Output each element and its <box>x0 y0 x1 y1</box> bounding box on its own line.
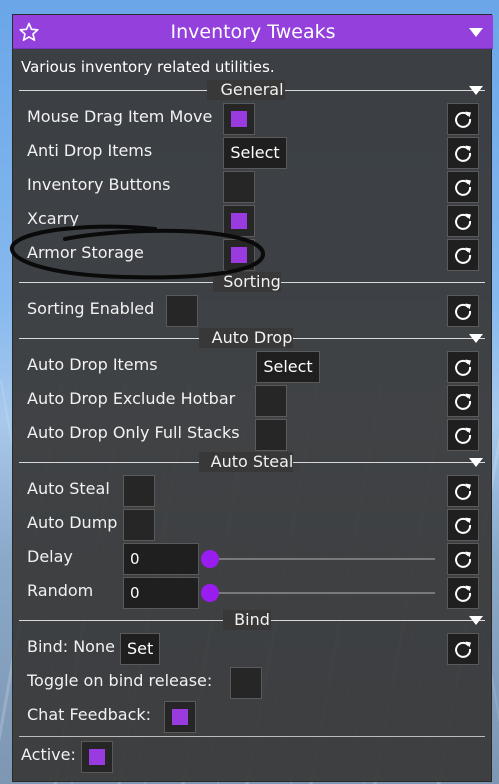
panel-description: Various inventory related utilities. <box>21 58 275 76</box>
auto-dump-reset-button[interactable] <box>447 509 479 541</box>
toggle-release-checkbox[interactable] <box>230 667 262 699</box>
sorting-enabled-checkbox[interactable] <box>166 295 198 327</box>
auto-drop-exclude-checkbox[interactable] <box>255 385 287 417</box>
delay-input[interactable]: 0 <box>123 543 199 575</box>
section-label: Bind <box>234 610 270 629</box>
refresh-icon <box>455 517 472 534</box>
refresh-icon <box>455 247 472 264</box>
refresh-icon <box>455 359 472 376</box>
xcarry-checkbox[interactable] <box>223 205 255 237</box>
auto-drop-exclude-label: Auto Drop Exclude Hotbar <box>27 389 236 408</box>
refresh-icon <box>455 213 472 230</box>
random-slider-thumb[interactable] <box>201 584 219 602</box>
auto-drop-select-button[interactable]: Select <box>256 351 320 383</box>
refresh-icon <box>455 393 472 410</box>
sorting-enabled-reset-button[interactable] <box>447 295 479 327</box>
refresh-icon <box>455 483 472 500</box>
mouse-drag-label: Mouse Drag Item Move <box>27 107 213 126</box>
mouse-drag-reset-button[interactable] <box>447 103 479 135</box>
anti-drop-reset-button[interactable] <box>447 137 479 169</box>
armor-storage-reset-button[interactable] <box>447 239 479 271</box>
footer-divider <box>19 736 485 737</box>
random-reset-button[interactable] <box>447 577 479 609</box>
section-auto-drop[interactable]: Auto Drop <box>19 328 485 348</box>
refresh-icon <box>455 145 472 162</box>
active-checkbox[interactable] <box>81 741 113 773</box>
collapse-panel-icon[interactable] <box>469 28 483 37</box>
delay-slider-track[interactable] <box>209 558 435 560</box>
armor-storage-checkbox[interactable] <box>223 239 255 271</box>
section-sorting[interactable]: Sorting <box>19 272 485 292</box>
bind-label: Bind: None <box>27 637 115 656</box>
checkbox-check <box>172 709 188 725</box>
bind-set-button[interactable]: Set <box>120 633 160 665</box>
panel-title: Inventory Tweaks <box>170 21 336 43</box>
xcarry-reset-button[interactable] <box>447 205 479 237</box>
bind-reset-button[interactable] <box>447 633 479 665</box>
auto-drop-items-reset-button[interactable] <box>447 351 479 383</box>
refresh-icon <box>455 111 472 128</box>
section-label: Auto Drop <box>211 328 293 347</box>
random-slider-track[interactable] <box>209 592 435 594</box>
auto-dump-label: Auto Dump <box>27 513 118 532</box>
checkbox-check <box>231 213 247 229</box>
armor-storage-label: Armor Storage <box>27 243 144 262</box>
auto-steal-label: Auto Steal <box>27 479 110 498</box>
inventory-buttons-reset-button[interactable] <box>447 171 479 203</box>
mouse-drag-checkbox[interactable] <box>223 103 255 135</box>
auto-steal-reset-button[interactable] <box>447 475 479 507</box>
chat-feedback-label: Chat Feedback: <box>27 705 152 724</box>
toggle-release-label: Toggle on bind release: <box>27 671 213 690</box>
section-label: Auto Steal <box>210 452 294 471</box>
checkbox-check <box>89 749 105 765</box>
collapse-triangle-icon[interactable] <box>469 458 483 467</box>
section-label: General <box>220 80 284 99</box>
random-label: Random <box>27 581 94 600</box>
refresh-icon <box>455 303 472 320</box>
inventory-buttons-checkbox[interactable] <box>223 171 255 203</box>
auto-drop-exclude-reset-button[interactable] <box>447 385 479 417</box>
refresh-icon <box>455 427 472 444</box>
auto-drop-full-label: Auto Drop Only Full Stacks <box>27 423 240 442</box>
delay-reset-button[interactable] <box>447 543 479 575</box>
refresh-icon <box>455 179 472 196</box>
auto-drop-full-reset-button[interactable] <box>447 419 479 451</box>
sorting-enabled-label: Sorting Enabled <box>27 299 155 318</box>
collapse-triangle-icon[interactable] <box>469 616 483 625</box>
refresh-icon <box>455 551 472 568</box>
delay-label: Delay <box>27 547 73 566</box>
auto-drop-items-label: Auto Drop Items <box>27 355 158 374</box>
auto-dump-checkbox[interactable] <box>123 509 155 541</box>
xcarry-label: Xcarry <box>27 209 79 228</box>
active-label: Active: <box>21 745 76 764</box>
collapse-triangle-icon[interactable] <box>469 334 483 343</box>
refresh-icon <box>455 641 472 658</box>
chat-feedback-checkbox[interactable] <box>164 701 196 733</box>
checkbox-check <box>231 111 247 127</box>
section-label: Sorting <box>223 272 281 291</box>
auto-drop-full-checkbox[interactable] <box>255 419 287 451</box>
section-auto-steal[interactable]: Auto Steal <box>19 452 485 472</box>
delay-slider-thumb[interactable] <box>201 550 219 568</box>
checkbox-check <box>231 247 247 263</box>
section-bind[interactable]: Bind <box>19 610 485 630</box>
inventory-buttons-label: Inventory Buttons <box>27 175 171 194</box>
section-general[interactable]: General <box>19 80 485 100</box>
auto-steal-checkbox[interactable] <box>123 475 155 507</box>
collapse-triangle-icon[interactable] <box>469 86 483 95</box>
inventory-tweaks-panel: Inventory Tweaks Various inventory relat… <box>10 14 493 782</box>
anti-drop-select-button[interactable]: Select <box>223 137 287 169</box>
random-input[interactable]: 0 <box>123 577 199 609</box>
refresh-icon <box>455 585 472 602</box>
title-bar[interactable]: Inventory Tweaks <box>13 15 493 49</box>
anti-drop-label: Anti Drop Items <box>27 141 153 160</box>
